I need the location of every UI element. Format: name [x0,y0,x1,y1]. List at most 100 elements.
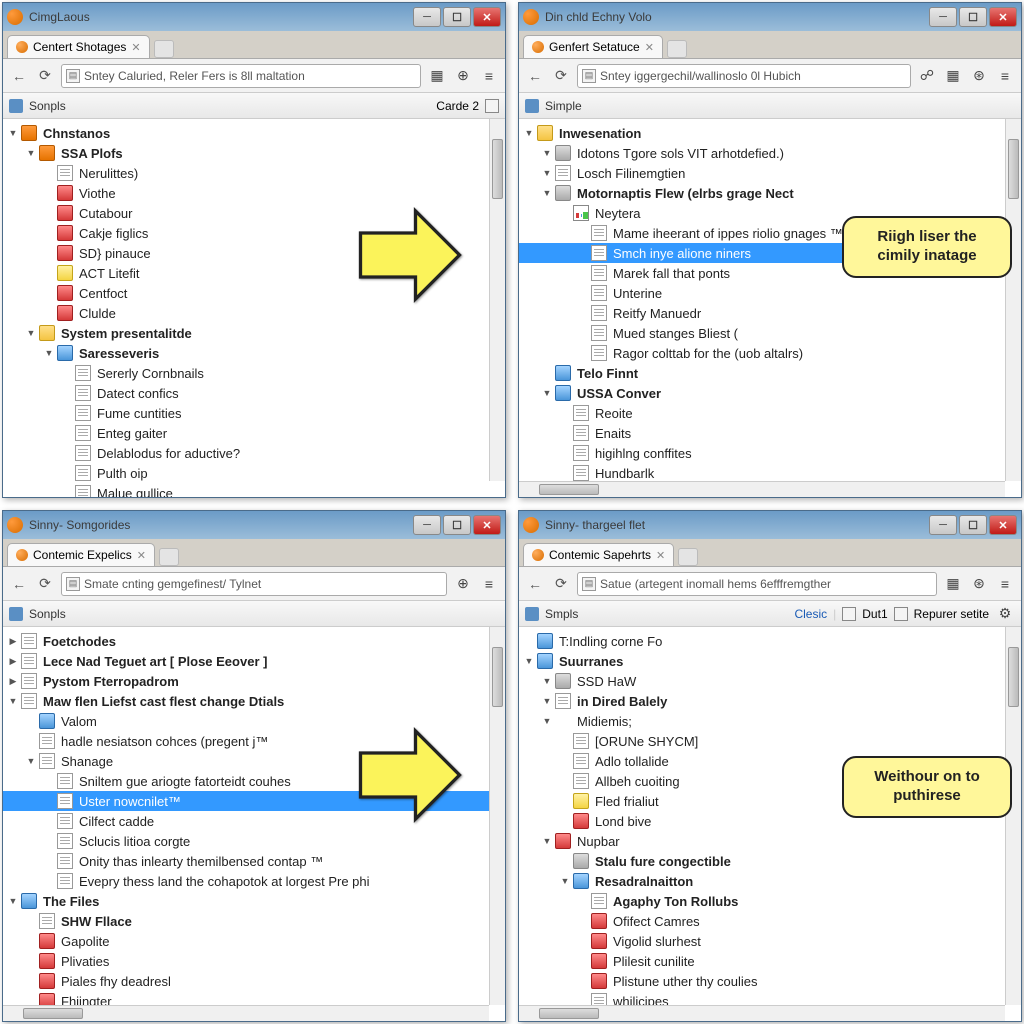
tree-item[interactable]: Malue gullice [3,483,505,497]
tree-item[interactable]: Ragor colttab for the (uob altalrs) [519,343,1021,363]
tree-item[interactable]: Datect confics [3,383,505,403]
minimize-button[interactable]: ─ [413,515,441,535]
disclosure-triangle-icon[interactable] [7,655,19,667]
tree-item[interactable]: Motornaptis Flew (elrbs grage Nect [519,183,1021,203]
tree-content[interactable]: ChnstanosSSA PlofsNerulittes)ViotheCutab… [3,119,505,497]
tree-item[interactable]: Fume cuntities [3,403,505,423]
close-button[interactable]: ✕ [989,7,1017,27]
disclosure-triangle-icon[interactable] [541,147,553,159]
tree-item[interactable]: Plistune uther thy coulies [519,971,1021,991]
scrollbar-vertical[interactable] [1005,627,1021,1005]
new-tab-button[interactable] [678,548,698,566]
tree-item[interactable]: Plilesit cunilite [519,951,1021,971]
disclosure-triangle-icon[interactable] [541,675,553,687]
panel-gear-icon[interactable]: ⚙ [995,604,1015,624]
tree-item[interactable]: SSD HaW [519,671,1021,691]
tree-item[interactable]: Inwesenation [519,123,1021,143]
scrollbar-thumb[interactable] [539,1008,599,1019]
scrollbar-thumb[interactable] [1008,139,1019,199]
tree-item[interactable]: in Dired Balely [519,691,1021,711]
tree-item[interactable]: Valom [3,711,505,731]
browser-tab[interactable]: Centert Shotages ✕ [7,35,150,58]
tree-item[interactable]: Sclucis litioa corgte [3,831,505,851]
reload-button[interactable]: ⟳ [551,574,571,594]
tree-content[interactable]: FoetchodesLece Nad Teguet art [ Plose Ee… [3,627,505,1021]
browser-tab[interactable]: Contemic Expelics ✕ [7,543,155,566]
menu-icon[interactable]: ≡ [995,66,1015,86]
back-button[interactable]: ← [525,66,545,86]
tree-item[interactable]: Evepry thess land the cohapotok at lorge… [3,871,505,891]
disclosure-triangle-icon[interactable] [523,127,535,139]
tree-item[interactable]: Idotons Tgore sols VIT arhotdefied.) [519,143,1021,163]
tree-item[interactable]: higihlng conffites [519,443,1021,463]
panel-sq-a-icon[interactable] [842,607,856,621]
disclosure-triangle-icon[interactable] [7,127,19,139]
disclosure-triangle-icon[interactable] [7,635,19,647]
scrollbar-vertical[interactable] [1005,119,1021,481]
tree-item[interactable]: Telo Finnt [519,363,1021,383]
disclosure-triangle-icon[interactable] [541,387,553,399]
tree-item[interactable]: ACT Litefit [3,263,505,283]
scrollbar-horizontal[interactable] [3,1005,489,1021]
tab-close-icon[interactable]: ✕ [656,549,665,562]
tree-item[interactable]: Pulth oip [3,463,505,483]
tree-item[interactable]: SD} pinauce [3,243,505,263]
tree-item[interactable]: Cakje figlics [3,223,505,243]
disclosure-triangle-icon[interactable] [7,895,19,907]
disclosure-triangle-icon[interactable] [43,347,55,359]
tree-item[interactable]: Reitfy Manuedr [519,303,1021,323]
disclosure-triangle-icon[interactable] [7,695,19,707]
tree-item[interactable]: Sniltem gue ariogte fatorteidt couhes [3,771,505,791]
disclosure-triangle-icon[interactable] [541,695,553,707]
tree-item[interactable]: Enaits [519,423,1021,443]
tree-item[interactable]: Nupbar [519,831,1021,851]
panel-a-label[interactable]: Dut1 [862,607,887,621]
tree-item[interactable]: Clulde [3,303,505,323]
tree-item[interactable]: Midiemis; [519,711,1021,731]
disclosure-triangle-icon[interactable] [541,167,553,179]
tree-item[interactable]: Vigolid slurhest [519,931,1021,951]
menu-icon[interactable]: ≡ [479,66,499,86]
tree-item[interactable]: Reoite [519,403,1021,423]
tree-item[interactable]: Onity thas inlearty themilbensed contap … [3,851,505,871]
back-button[interactable]: ← [9,66,29,86]
reload-button[interactable]: ⟳ [551,66,571,86]
browser-tab[interactable]: Contemic Sapehrts ✕ [523,543,674,566]
minimize-button[interactable]: ─ [929,7,957,27]
panel-right-icon[interactable] [485,99,499,113]
tree-item[interactable]: Gapolite [3,931,505,951]
tree-item[interactable]: Lece Nad Teguet art [ Plose Eeover ] [3,651,505,671]
scrollbar-thumb[interactable] [539,484,599,495]
calc-icon[interactable]: ▦ [427,66,447,86]
tree-item[interactable]: hadle nesiatson cohces (pregent j™ [3,731,505,751]
disclosure-triangle-icon[interactable] [25,327,37,339]
tree-item[interactable]: SSA Plofs [3,143,505,163]
panel-right-link[interactable]: Clesic [794,607,827,621]
scrollbar-horizontal[interactable] [519,1005,1005,1021]
tree-item[interactable]: Ofifect Camres [519,911,1021,931]
tree-item[interactable]: Sererly Cornbnails [3,363,505,383]
tree-item[interactable]: The Files [3,891,505,911]
globe-icon[interactable]: ⊕ [453,66,473,86]
address-bar[interactable]: ▤ Sntey Caluried, Reler Fers is 8ll malt… [61,64,421,88]
calc-icon[interactable]: ▦ [943,574,963,594]
tree-item[interactable]: Stalu fure congectible [519,851,1021,871]
tree-item[interactable]: Pystom Fterropadrom [3,671,505,691]
tree-view[interactable]: InwesenationIdotons Tgore sols VIT arhot… [519,123,1021,497]
tree-item[interactable]: Resadralnaitton [519,871,1021,891]
disclosure-triangle-icon[interactable] [541,715,553,727]
scrollbar-vertical[interactable] [489,627,505,1005]
tree-content[interactable]: InwesenationIdotons Tgore sols VIT arhot… [519,119,1021,497]
back-button[interactable]: ← [525,574,545,594]
titlebar[interactable]: Sinny- Somgorides ─ ☐ ✕ [3,511,505,539]
tree-item[interactable]: Agaphy Ton Rollubs [519,891,1021,911]
scrollbar-thumb[interactable] [492,139,503,199]
tree-item[interactable]: Enteg gaiter [3,423,505,443]
tree-item[interactable]: SHW Fllace [3,911,505,931]
new-tab-button[interactable] [159,548,179,566]
scrollbar-vertical[interactable] [489,119,505,481]
tree-view[interactable]: FoetchodesLece Nad Teguet art [ Plose Ee… [3,631,505,1021]
disclosure-triangle-icon[interactable] [25,147,37,159]
tree-item[interactable]: Hundbarlk [519,463,1021,483]
calc-icon[interactable]: ▦ [943,66,963,86]
